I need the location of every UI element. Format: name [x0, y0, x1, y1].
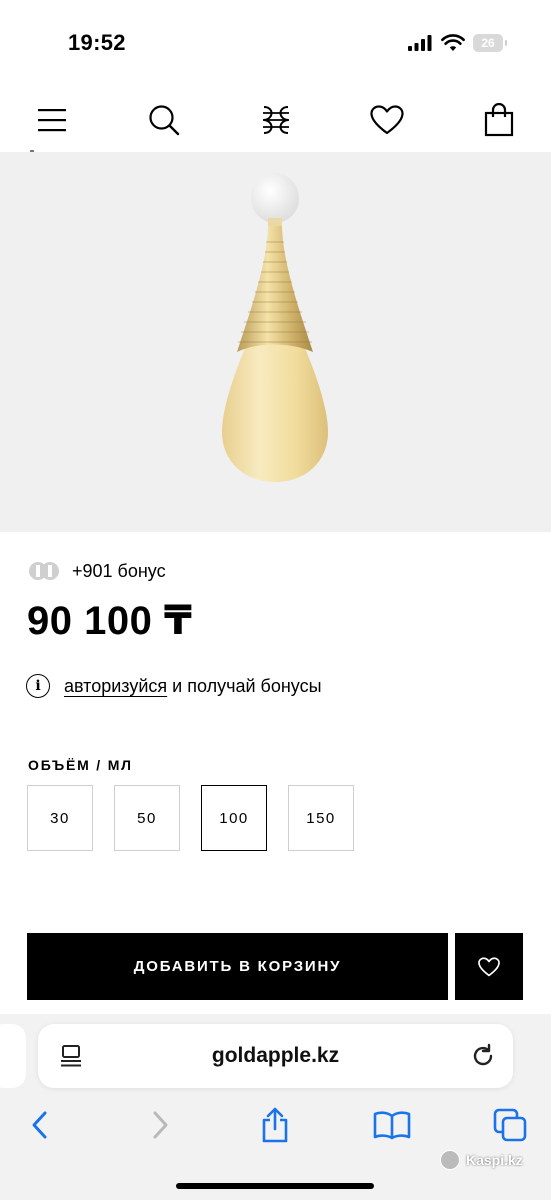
signal-icon [408, 35, 432, 51]
info-symbol: i [35, 678, 41, 694]
volume-option-100[interactable]: 100 [201, 785, 267, 851]
previous-tab-peek[interactable] [0, 1024, 26, 1088]
back-icon [32, 1111, 47, 1139]
login-link[interactable]: авторизуйся [64, 676, 167, 696]
cart-button[interactable] [477, 98, 521, 142]
status-icons: 26 [407, 34, 507, 52]
info-icon: i [26, 674, 50, 698]
perfume-bottle-image [222, 173, 328, 482]
volume-title: ОБЪЁМ / МЛ [28, 757, 133, 773]
add-to-cart-button[interactable]: ДОБАВИТЬ В КОРЗИНУ [27, 933, 448, 1000]
auth-row: i авторизуйся и получай бонусы [26, 674, 322, 698]
heart-icon [478, 956, 500, 976]
bonus-row: +901 бонус [28, 560, 166, 582]
volume-option-30[interactable]: 30 [27, 785, 93, 851]
logo-button[interactable] [254, 98, 298, 142]
watermark-text: Kaspi.kz [466, 1152, 523, 1168]
home-indicator [176, 1183, 374, 1189]
bag-icon [484, 103, 514, 137]
volume-options: 30 50 100 150 [27, 785, 354, 851]
image-indicator [30, 150, 34, 152]
back-button[interactable] [18, 1103, 62, 1147]
volume-option-50[interactable]: 50 [114, 785, 180, 851]
auth-text: и получай бонусы [172, 675, 322, 696]
share-button[interactable] [253, 1103, 297, 1147]
heart-icon [370, 105, 404, 135]
bookmarks-icon [373, 1111, 411, 1140]
bonus-logo-icon [29, 562, 59, 580]
search-icon [149, 105, 180, 136]
address-bar[interactable]: goldapple.kz [38, 1024, 513, 1088]
battery-level: 26 [481, 36, 495, 50]
tabs-button[interactable] [488, 1103, 532, 1147]
menu-button[interactable] [30, 98, 74, 142]
forward-button[interactable] [138, 1103, 182, 1147]
menu-icon [38, 109, 66, 132]
watermark: Kaspi.kz [440, 1150, 523, 1170]
logo-icon [263, 106, 289, 134]
kaspi-logo-icon [440, 1150, 460, 1170]
favorites-button[interactable] [365, 98, 409, 142]
product-image [0, 152, 551, 532]
reload-icon[interactable] [470, 1043, 496, 1069]
add-to-favorites-button[interactable] [455, 933, 523, 1000]
battery-icon: 26 [473, 34, 507, 52]
price: 90 100 ₸ [27, 599, 193, 643]
top-nav [0, 98, 551, 148]
search-button[interactable] [142, 98, 186, 142]
volume-option-150[interactable]: 150 [288, 785, 354, 851]
forward-icon [153, 1111, 168, 1139]
bonus-text: +901 бонус [72, 560, 166, 581]
wifi-icon [441, 34, 465, 51]
tabs-icon [493, 1108, 527, 1142]
bookmarks-button[interactable] [370, 1103, 414, 1147]
url-text[interactable]: goldapple.kz [38, 1044, 513, 1068]
status-time: 19:52 [68, 30, 126, 55]
share-icon [262, 1107, 288, 1143]
